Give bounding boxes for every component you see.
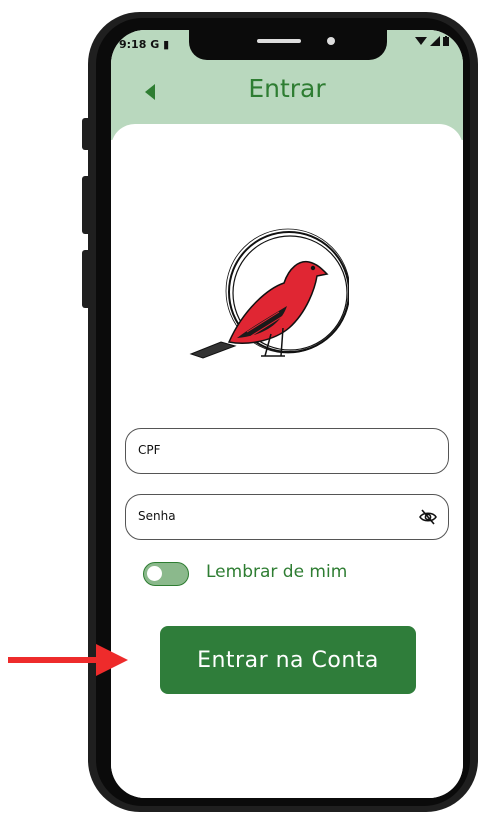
speaker-grille: [257, 39, 301, 43]
cpf-field[interactable]: CPF: [125, 428, 449, 474]
side-button: [82, 176, 90, 234]
side-button: [82, 118, 90, 150]
remember-toggle[interactable]: [143, 562, 189, 586]
password-field[interactable]: Senha: [125, 494, 449, 540]
red-arrow-icon: [8, 644, 128, 676]
status-time: 9:18 G ▮: [119, 38, 169, 51]
front-camera: [327, 37, 335, 45]
battery-icon: [443, 36, 449, 46]
wifi-icon: [415, 37, 427, 45]
side-button: [82, 250, 90, 308]
password-label: Senha: [138, 509, 176, 523]
remember-label: Lembrar de mim: [206, 562, 348, 582]
page-title: Entrar: [248, 74, 326, 103]
cpf-label: CPF: [138, 443, 161, 457]
notification-icon: ▮: [163, 38, 170, 51]
app-screen: 9:18 G ▮ Entrar CPF Senha Lembrar de mim…: [111, 30, 463, 798]
signal-icon: [430, 36, 440, 46]
toggle-knob: [147, 566, 162, 581]
status-icons: [415, 36, 449, 46]
login-button[interactable]: Entrar na Conta: [160, 626, 416, 694]
eye-off-icon[interactable]: [418, 507, 438, 527]
camera-notch: [189, 30, 387, 60]
bird-logo-icon: [189, 228, 349, 359]
carrier-icon: G: [150, 38, 160, 51]
status-time-text: 9:18: [119, 38, 147, 51]
